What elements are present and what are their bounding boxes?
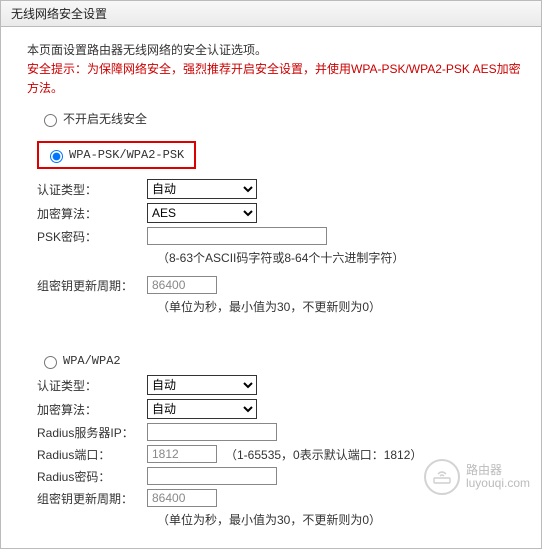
hint-wpa-radius-port: （1-65535，0表示默认端口：1812） [225,446,422,463]
label-wpa-rekey: 组密钥更新周期： [27,490,147,507]
row-wpa-rekey: 组密钥更新周期： [27,489,523,507]
label-wpa-radius-pwd: Radius密码： [27,468,147,485]
row-wpapsk-encryption: 加密算法： AES [27,203,523,223]
security-warning-text: 安全提示：为保障网络安全，强烈推荐开启安全设置，并使用WPA-PSK/WPA2-… [27,60,523,98]
label-wpapsk-rekey: 组密钥更新周期： [27,277,147,294]
select-wpa-encryption[interactable]: 自动 [147,399,257,419]
row-wpapsk-psk: PSK密码： [27,227,523,245]
label-wpa-auth-type: 认证类型： [27,377,147,394]
radio-row-disable: 不开启无线安全 [39,110,523,127]
row-wpa-radius-pwd: Radius密码： [27,467,523,485]
label-wpapsk-encryption: 加密算法： [27,205,147,222]
label-wpa-encryption: 加密算法： [27,401,147,418]
input-wpapsk-rekey[interactable] [147,276,217,294]
select-wpapsk-auth-type[interactable]: 自动 [147,179,257,199]
label-wpapsk-psk: PSK密码： [27,228,147,245]
panel-body: 本页面设置路由器无线网络的安全认证选项。 安全提示：为保障网络安全，强烈推荐开启… [1,27,541,548]
row-wpa-radius-ip: Radius服务器IP： [27,423,523,441]
row-wpa-encryption: 加密算法： 自动 [27,399,523,419]
input-wpa-radius-ip[interactable] [147,423,277,441]
input-wpa-radius-pwd[interactable] [147,467,277,485]
select-wpa-auth-type[interactable]: 自动 [147,375,257,395]
radio-wpa-label: WPA/WPA2 [63,354,121,368]
hint-wpa-rekey: （单位为秒，最小值为30，不更新则为0） [157,511,523,528]
radio-row-wpapsk-highlight: WPA-PSK/WPA2-PSK [37,141,196,169]
label-wpa-radius-ip: Radius服务器IP： [27,424,147,441]
input-wpa-rekey[interactable] [147,489,217,507]
panel-title: 无线网络安全设置 [1,1,541,27]
radio-wpapsk[interactable] [50,150,63,163]
radio-disable-security[interactable] [44,114,57,127]
input-wpapsk-psk[interactable] [147,227,327,245]
input-wpa-radius-port[interactable] [147,445,217,463]
radio-row-wpa: WPA/WPA2 [39,353,523,369]
intro-text: 本页面设置路由器无线网络的安全认证选项。 [27,41,523,58]
security-settings-panel: 无线网络安全设置 本页面设置路由器无线网络的安全认证选项。 安全提示：为保障网络… [0,0,542,549]
hint-wpapsk-psk: （8-63个ASCII码字符或8-64个十六进制字符） [157,249,523,266]
row-wpa-auth-type: 认证类型： 自动 [27,375,523,395]
radio-wpa[interactable] [44,356,57,369]
select-wpapsk-encryption[interactable]: AES [147,203,257,223]
radio-wpapsk-label: WPA-PSK/WPA2-PSK [69,148,184,162]
row-wpapsk-rekey: 组密钥更新周期： [27,276,523,294]
label-wpapsk-auth-type: 认证类型： [27,181,147,198]
row-wpapsk-auth-type: 认证类型： 自动 [27,179,523,199]
label-wpa-radius-port: Radius端口： [27,446,147,463]
radio-disable-label: 不开启无线安全 [63,110,147,127]
hint-wpapsk-rekey: （单位为秒，最小值为30，不更新则为0） [157,298,523,315]
row-wpa-radius-port: Radius端口： （1-65535，0表示默认端口：1812） [27,445,523,463]
